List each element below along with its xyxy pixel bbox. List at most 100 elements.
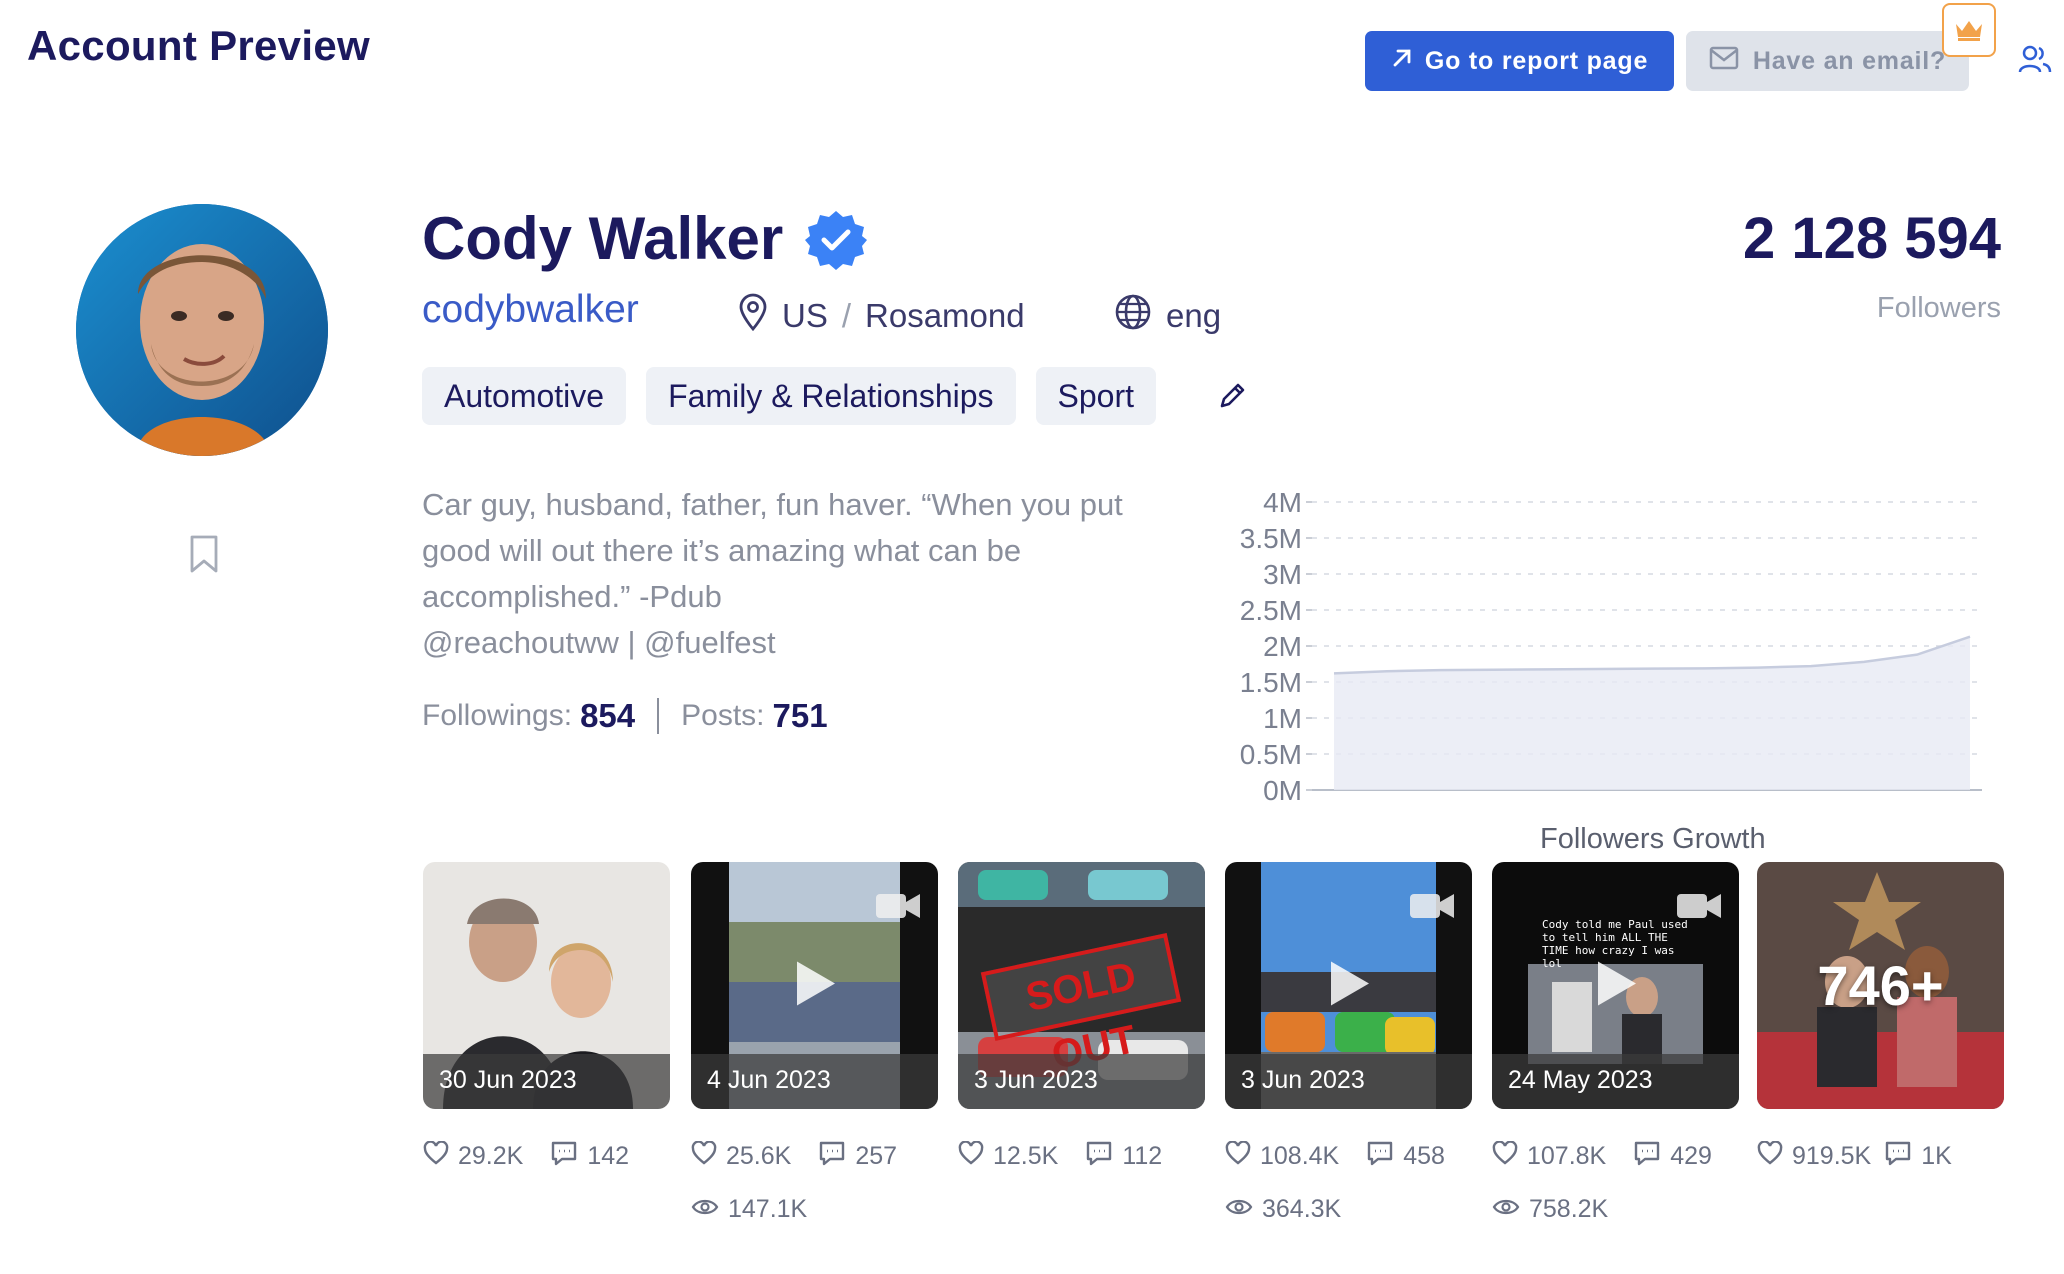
post-comments: 1K [1921, 1142, 1952, 1170]
post-thumbnail-5[interactable]: Cody told me Paul used to tell him ALL T… [1492, 862, 1739, 1109]
post-comments: 142 [587, 1142, 630, 1170]
bookmark-icon[interactable] [189, 534, 219, 579]
video-camera-icon [1410, 892, 1454, 925]
post-thumbnail-3[interactable]: SOLD OUT 3 Jun 2023 [958, 862, 1205, 1109]
have-an-email-label: Have an email? [1752, 46, 1947, 75]
post-likes: 25.6K [726, 1142, 792, 1170]
heart-icon [958, 1140, 984, 1172]
bio: Car guy, husband, father, fun haver. “Wh… [422, 482, 1202, 666]
post-stats-3: 12.5K 112 [958, 1140, 1162, 1173]
tag-sport[interactable]: Sport [1035, 367, 1157, 425]
category-tags: Automotive Family & Relationships Sport [422, 367, 1157, 425]
heart-icon [691, 1140, 717, 1172]
post-comments: 429 [1670, 1142, 1712, 1170]
heart-icon [1492, 1140, 1518, 1172]
globe-icon [1114, 293, 1152, 339]
stats-divider [657, 698, 660, 734]
bio-line: @reachoutww | @fuelfest [422, 625, 776, 660]
chart-y-tick-label: 1.5M [1240, 667, 1302, 698]
page-title: Account Preview [27, 22, 370, 69]
comment-icon [1633, 1140, 1661, 1173]
play-icon [1594, 959, 1638, 1012]
chart-y-tick-label: 2M [1263, 631, 1302, 662]
chart-y-tick-label: 2.5M [1240, 595, 1302, 626]
post-stats-4: 108.4K 458 [1225, 1140, 1445, 1173]
comment-icon [1085, 1140, 1113, 1173]
post-date: 4 Jun 2023 [691, 1054, 938, 1109]
edit-pencil-icon[interactable] [1218, 380, 1248, 415]
bio-line: Car guy, husband, father, fun haver. “Wh… [422, 487, 1123, 522]
chart-y-tick-label: 3M [1263, 559, 1302, 590]
location-city: Rosamond [865, 297, 1025, 334]
eye-icon [1492, 1195, 1520, 1224]
profile-handle[interactable]: codybwalker [422, 288, 639, 332]
comment-icon [1366, 1140, 1394, 1173]
profile-name: Cody Walker [422, 205, 784, 272]
post-views-5: 758.2K [1492, 1195, 1608, 1224]
comment-icon [1884, 1140, 1912, 1173]
post-comments: 257 [855, 1142, 898, 1170]
post-comments: 112 [1122, 1142, 1163, 1170]
language: eng [1114, 293, 1221, 339]
location: US / Rosamond [738, 293, 1025, 339]
eye-icon [1225, 1195, 1253, 1224]
crown-icon[interactable] [1942, 3, 1996, 57]
heart-icon [423, 1140, 449, 1172]
post-views: 364.3K [1262, 1195, 1342, 1223]
map-pin-icon [738, 293, 768, 339]
eye-icon [691, 1195, 719, 1224]
go-to-report-button[interactable]: Go to report page [1365, 31, 1674, 91]
chart-y-tick-label: 3.5M [1240, 523, 1302, 554]
chart-y-tick-label: 4M [1263, 487, 1302, 518]
followings-value: 854 [580, 697, 636, 734]
post-likes: 108.4K [1260, 1142, 1340, 1170]
post-views: 758.2K [1529, 1195, 1609, 1223]
followers-label: Followers [1876, 292, 2001, 324]
heart-icon [1225, 1140, 1251, 1172]
mail-icon [1709, 46, 1739, 77]
tag-automotive[interactable]: Automotive [422, 367, 627, 425]
followers-growth-chart: 4M 3.5M 3M 2.5M 2M 1.5M 1M 0.5M 0M [1240, 487, 1982, 804]
go-to-report-label: Go to report page [1424, 46, 1649, 75]
post-stats-2: 25.6K 257 [691, 1140, 897, 1173]
users-icon[interactable] [2018, 44, 2052, 79]
post-stats-1: 29.2K 142 [423, 1140, 629, 1173]
posts-value: 751 [772, 697, 828, 734]
post-date: 30 Jun 2023 [423, 1054, 670, 1109]
chart-title: Followers Growth [1540, 823, 1766, 855]
post-date: 3 Jun 2023 [958, 1054, 1205, 1109]
account-stats: Followings: 854 Posts: 751 [422, 697, 828, 735]
comment-icon [818, 1140, 846, 1173]
post-thumbnail-1[interactable]: 30 Jun 2023 [423, 862, 670, 1109]
post-thumbnail-6[interactable]: 746+ [1757, 862, 2004, 1109]
bio-line: good will out there it’s amazing what ca… [422, 533, 1022, 568]
location-country: US [782, 297, 828, 334]
post-views-4: 364.3K [1225, 1195, 1341, 1224]
video-camera-icon [876, 892, 920, 925]
heart-icon [1757, 1140, 1783, 1172]
avatar [76, 204, 328, 456]
post-likes: 12.5K [993, 1142, 1059, 1170]
play-icon [793, 959, 837, 1012]
language-value: eng [1166, 297, 1222, 334]
post-stats-6: 919.5K 1K [1757, 1140, 1952, 1173]
post-thumbnail-2[interactable]: 4 Jun 2023 [691, 862, 938, 1109]
more-posts-count: 746+ [1817, 954, 1944, 1017]
chart-y-tick-label: 1M [1263, 703, 1302, 734]
arrow-up-right-icon [1391, 47, 1413, 76]
tag-family-relationships[interactable]: Family & Relationships [646, 367, 1016, 425]
followings-label: Followings: [422, 699, 573, 732]
post-thumbnail-4[interactable]: 3 Jun 2023 [1225, 862, 1472, 1109]
post-date: 24 May 2023 [1492, 1054, 1739, 1109]
post-views: 147.1K [728, 1195, 808, 1223]
have-an-email-button[interactable]: Have an email? [1686, 31, 1969, 91]
chart-y-tick-label: 0M [1263, 775, 1302, 804]
chart-y-tick-label: 0.5M [1240, 739, 1302, 770]
post-date: 3 Jun 2023 [1225, 1054, 1472, 1109]
post-likes: 107.8K [1527, 1142, 1607, 1170]
bio-line: accomplished.” -Pdub [422, 579, 722, 614]
verified-badge-icon [805, 209, 867, 276]
video-camera-icon [1677, 892, 1721, 925]
post-comments: 458 [1403, 1142, 1445, 1170]
play-icon [1327, 959, 1371, 1012]
